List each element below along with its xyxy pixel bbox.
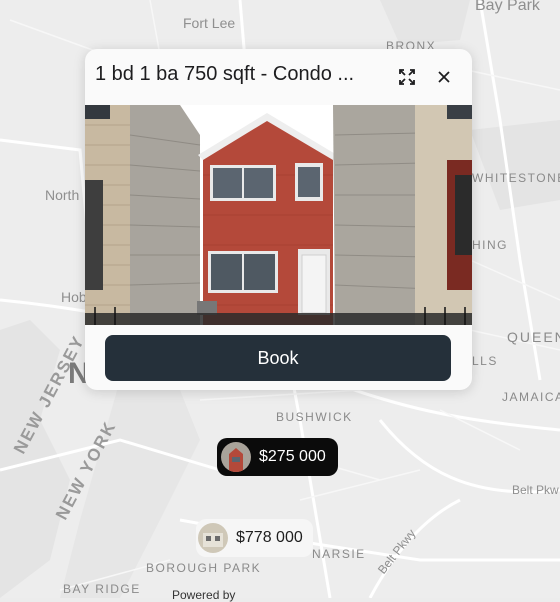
marker-price: $275 000 [259,448,326,465]
listing-title: 1 bd 1 ba 750 sqft - Condo ... [95,63,355,85]
map-label-bay-park: Bay Park [475,0,540,14]
price-marker[interactable]: $778 000 [196,519,313,557]
close-icon[interactable] [434,67,454,87]
powered-by-text: Powered by [172,588,236,602]
map-label-whitestone: WHITESTONE [472,171,560,185]
map-label-lls: LLS [472,354,498,368]
map-label-bushwick: BUSHWICK [276,410,353,424]
marker-thumbnail [198,523,228,553]
map-label-fort-lee: Fort Lee [183,15,236,31]
map-label-queens: QUEEN [507,329,560,345]
map-label-jamaica: JAMAICA [502,390,560,404]
expand-icon[interactable] [397,67,417,87]
map-label-belt-pkwy-east: Belt Pkw [512,483,559,497]
price-marker[interactable]: $275 000 [217,438,338,476]
listing-photo[interactable] [85,105,472,325]
map-label-canarsie: NARSIE [312,547,366,561]
listing-popup: 1 bd 1 ba 750 sqft - Condo ... Book [85,49,472,390]
map-label-hob: Hob [61,289,87,305]
book-button[interactable]: Book [105,335,451,381]
map-label-hing: HING [472,238,508,252]
marker-price: $778 000 [236,529,303,546]
marker-thumbnail [221,442,251,472]
map-label-borough-park: BOROUGH PARK [146,561,262,575]
map-label-bay-ridge: BAY RIDGE [63,582,141,596]
map-label-north: North [45,187,80,203]
